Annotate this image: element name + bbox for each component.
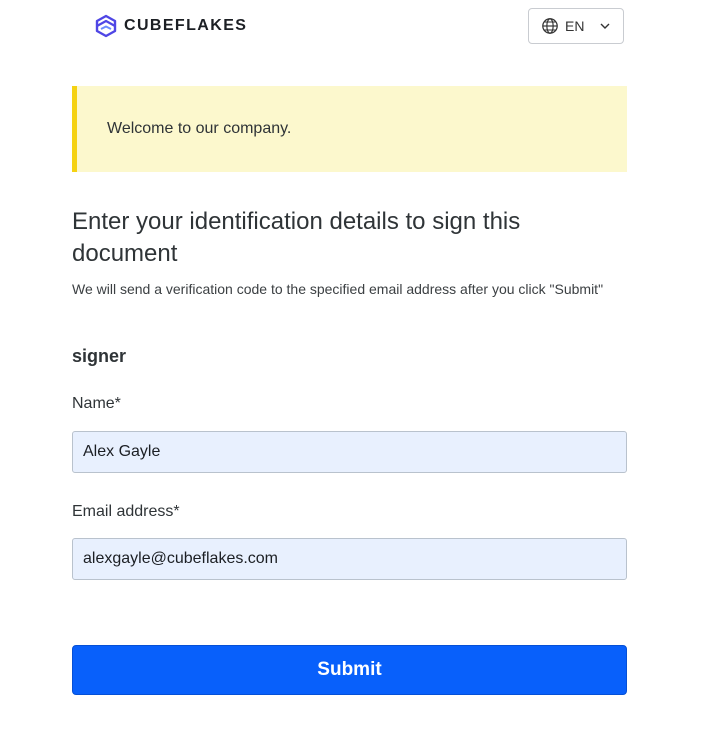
email-label: Email address* — [72, 503, 180, 520]
chevron-down-icon — [600, 23, 610, 29]
submit-button[interactable]: Submit — [72, 645, 627, 695]
language-code: EN — [565, 18, 585, 34]
name-input[interactable] — [72, 431, 627, 473]
page-subtitle: We will send a verification code to the … — [72, 281, 604, 297]
welcome-banner: Welcome to our company. — [72, 86, 627, 172]
banner-message: Welcome to our company. — [107, 120, 292, 137]
globe-icon — [542, 18, 558, 34]
brand: CUBEFLAKES — [94, 14, 247, 38]
language-selector[interactable]: EN — [528, 8, 624, 44]
email-input[interactable] — [72, 538, 627, 580]
brand-name: CUBEFLAKES — [124, 17, 248, 34]
section-label-signer: signer — [72, 346, 127, 366]
cube-logo-icon — [95, 14, 117, 38]
page-title: Enter your identification details to sig… — [72, 208, 521, 267]
sign-document-page: CUBEFLAKES EN Welcome to our company. En… — [0, 0, 703, 733]
name-label: Name* — [72, 395, 121, 412]
